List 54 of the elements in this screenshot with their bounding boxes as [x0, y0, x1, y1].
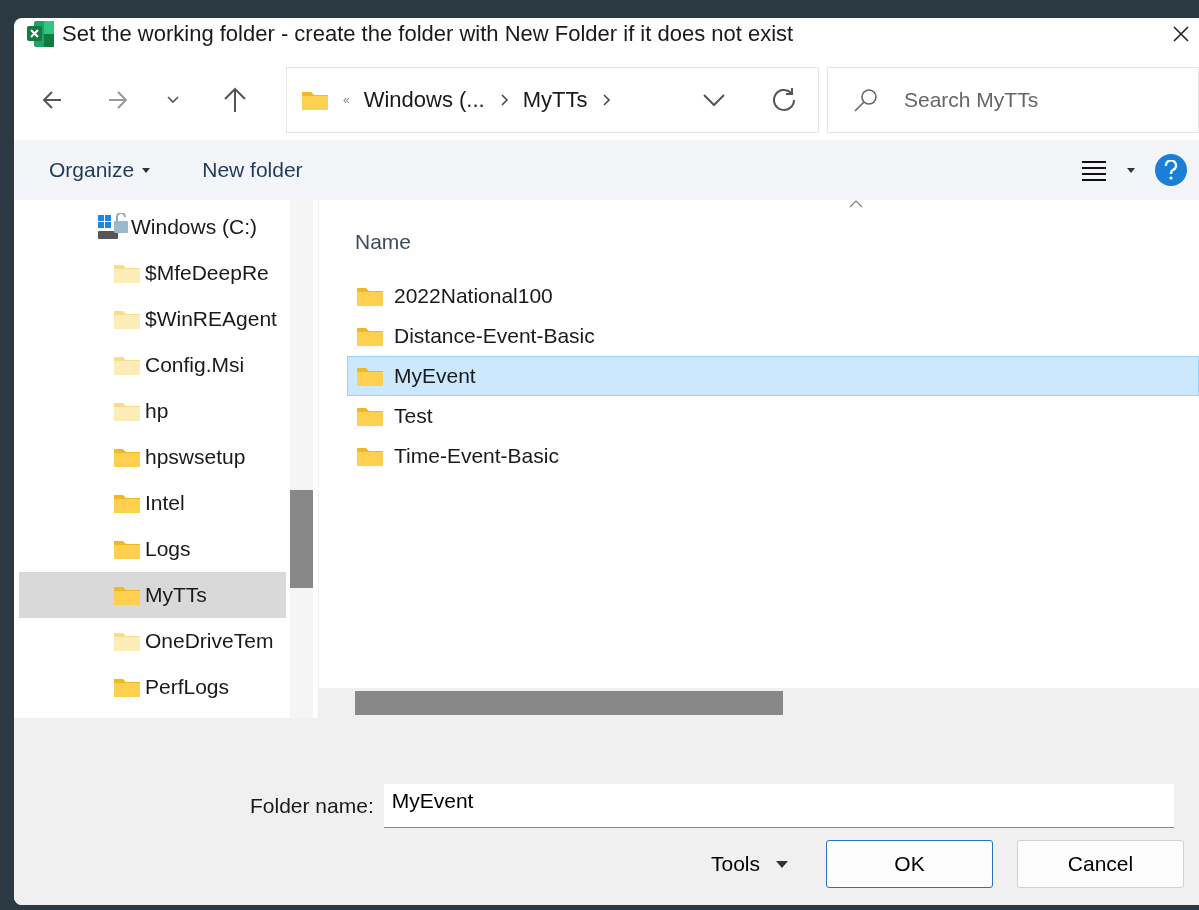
tree-item[interactable]: Windows (C:) [131, 215, 257, 239]
sort-caret-icon [849, 200, 863, 208]
ok-button[interactable]: OK [826, 840, 994, 888]
caret-icon [142, 167, 151, 173]
folder-name-label: Folder name: [250, 794, 374, 818]
file-row[interactable]: 2022National100 [347, 276, 1199, 316]
tree-item[interactable]: Logs [19, 526, 286, 572]
tree-item[interactable]: Intel [19, 480, 286, 526]
folder-icon [356, 405, 384, 427]
new-folder-button[interactable]: New folder [202, 158, 303, 182]
breadcrumb[interactable]: MyTTs [522, 87, 588, 113]
caret-icon[interactable] [1127, 167, 1135, 173]
chevron-right-icon[interactable] [498, 94, 509, 106]
folder-icon [356, 445, 384, 467]
breadcrumb[interactable]: Windows (... [363, 87, 485, 113]
folder-icon [356, 365, 384, 387]
search-icon [853, 87, 879, 113]
refresh-icon[interactable] [770, 86, 798, 114]
tree-item[interactable]: OneDriveTem [19, 618, 286, 664]
tree-item[interactable]: PerfLogs [19, 664, 286, 710]
forward-arrow-icon[interactable] [108, 90, 128, 110]
organize-menu[interactable]: Organize [49, 158, 151, 182]
caret-icon [776, 860, 789, 868]
help-icon[interactable] [1155, 154, 1187, 186]
tools-menu[interactable]: Tools [711, 852, 789, 876]
vertical-scrollbar[interactable] [290, 200, 313, 718]
folder-icon [301, 89, 329, 111]
chevron-down-icon[interactable] [702, 93, 726, 107]
overflow-chevron[interactable]: « [343, 93, 350, 107]
folder-icon [356, 325, 384, 347]
drive-icon [97, 213, 129, 241]
cancel-button[interactable]: Cancel [1017, 840, 1185, 888]
search-field[interactable]: Search MyTTs [827, 67, 1199, 133]
file-row[interactable]: Test [347, 396, 1199, 436]
file-row[interactable]: MyEvent [347, 356, 1199, 396]
folder-name-field[interactable]: MyEvent [383, 784, 1174, 828]
tree-item[interactable]: MyTTs [19, 572, 286, 618]
tree-item[interactable]: Config.Msi [19, 342, 286, 388]
file-row[interactable]: Time-Event-Basic [347, 436, 1199, 476]
tree-item[interactable]: hp [19, 388, 286, 434]
list-view-icon[interactable] [1081, 159, 1107, 181]
folder-icon [356, 285, 384, 307]
horizontal-scrollbar[interactable] [319, 688, 1199, 718]
chevron-right-icon[interactable] [601, 94, 612, 106]
address-bar[interactable]: « Windows (... MyTTs [286, 67, 819, 133]
column-header[interactable]: Name [355, 230, 412, 254]
tree-item[interactable]: $MfeDeepRe [19, 250, 286, 296]
back-arrow-icon[interactable] [42, 90, 62, 110]
tree-item[interactable]: hpswsetup [19, 434, 286, 480]
file-row[interactable]: Distance-Event-Basic [347, 316, 1199, 356]
close-icon[interactable] [1171, 24, 1191, 44]
window-title: Set the working folder - create the folder with New Folder if it does not exist [62, 21, 794, 47]
up-arrow-icon[interactable] [222, 87, 248, 113]
tree-item[interactable]: $WinREAgent [19, 296, 286, 342]
